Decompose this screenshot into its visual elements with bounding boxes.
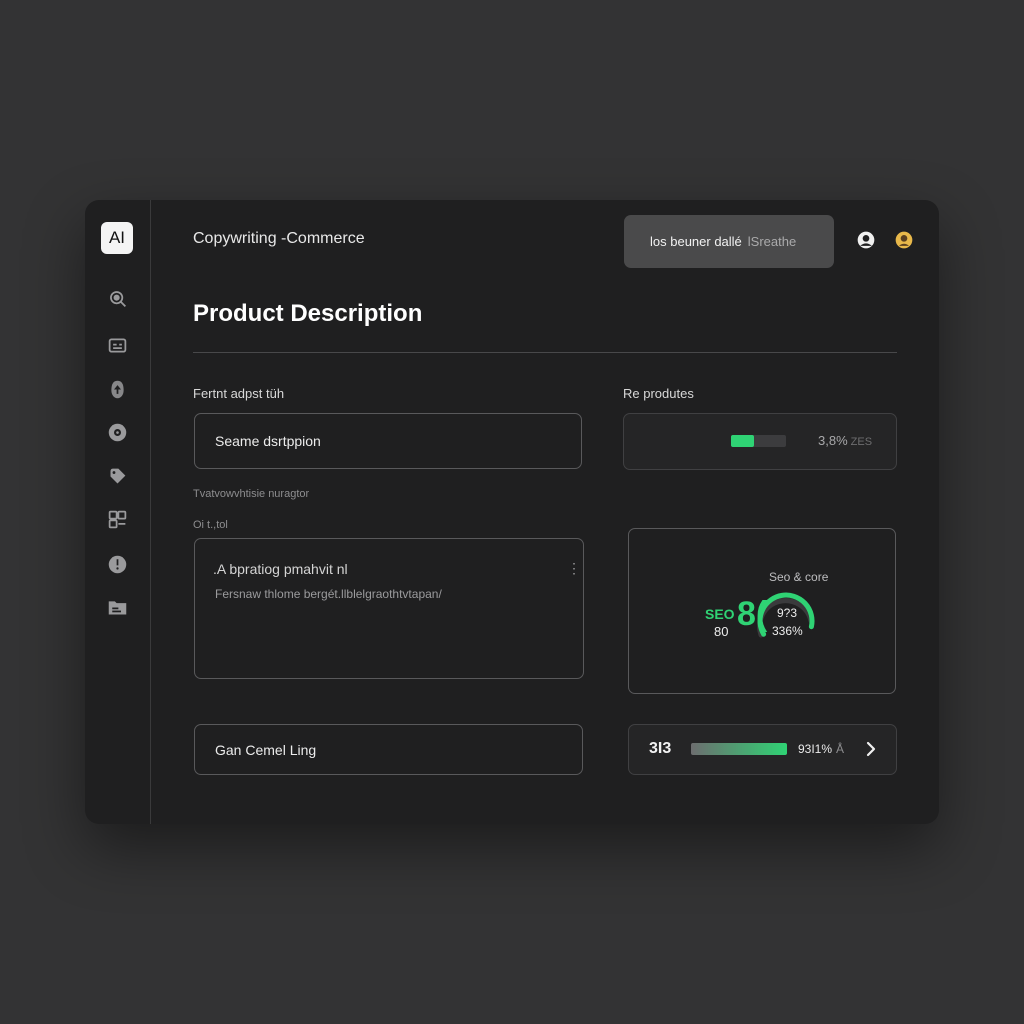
products-percent: 3,8% ZES	[818, 433, 872, 448]
summary-percent: 93I1% Å	[798, 742, 844, 756]
description-input[interactable]: Seame dsrtppion	[194, 413, 582, 469]
search-value: los beuner dallé	[650, 234, 742, 249]
search-icon[interactable]	[107, 288, 128, 309]
divider	[193, 352, 897, 353]
summary-bar[interactable]: 3I3 93I1% Å	[628, 724, 897, 775]
app-logo[interactable]: AI	[101, 222, 133, 254]
output-line-2: Fersnaw thlome bergét.llblelgraothtvtapa…	[215, 587, 442, 601]
more-options-icon[interactable]: ⋮	[567, 561, 581, 575]
tag-icon[interactable]	[107, 466, 128, 487]
helper-label: Tvatvowvhtisie nuragtor	[193, 488, 310, 500]
card-icon[interactable]	[107, 335, 128, 356]
seo-value: 80	[714, 624, 729, 639]
output-textarea[interactable]: .A bpratiog pmahvit nl Fersnaw thlome be…	[194, 538, 584, 679]
search-input[interactable]: los beuner dallé lSreathe	[624, 215, 834, 268]
sidebar: AI	[85, 200, 151, 824]
app-title: Copywriting -Commerce	[193, 230, 365, 247]
products-panel: 3,8% ZES	[623, 413, 897, 470]
output-line-1: .A bpratiog pmahvit nl	[213, 561, 348, 577]
folder-icon[interactable]	[107, 597, 128, 618]
page-title: Product Description	[193, 300, 423, 327]
products-label: Re produtes	[623, 386, 694, 401]
search-placeholder: lSreathe	[747, 234, 797, 249]
generate-button[interactable]: Gan Cemel Ling	[194, 724, 583, 775]
disc-icon[interactable]	[107, 422, 128, 443]
seo-score-title: Seo & core	[769, 570, 829, 584]
description-input-value: Seame dsrtppion	[215, 433, 321, 449]
input-label: Fertnt adpst tüh	[193, 386, 285, 401]
upload-icon[interactable]	[107, 379, 128, 400]
summary-percent-value: 93I1%	[798, 742, 833, 756]
generate-button-label: Gan Cemel Ling	[215, 741, 317, 758]
seo-label: SEO	[705, 606, 735, 622]
chevron-right-icon[interactable]	[863, 740, 879, 758]
products-progress-track	[731, 435, 786, 447]
info-icon[interactable]	[107, 554, 128, 575]
profile-icon[interactable]	[856, 230, 876, 250]
avatar-icon[interactable]	[894, 230, 914, 250]
layout-icon[interactable]	[107, 509, 128, 530]
products-percent-suffix: ZES	[850, 436, 873, 448]
seo-score-panel: Seo & core SEO 80 8( 9?3 336%	[628, 528, 896, 694]
summary-progress	[691, 743, 787, 755]
output-label: Oi t.,tol	[193, 519, 228, 531]
summary-number: 3I3	[649, 740, 672, 757]
products-percent-value: 3,8%	[818, 433, 848, 448]
seo-percent-2: 336%	[772, 624, 803, 638]
seo-percent-1: 9?3	[777, 606, 798, 620]
app-window: AI Copywriting -Commerce los beuner dall…	[85, 200, 939, 824]
products-progress-fill	[731, 435, 754, 447]
summary-percent-suffix: Å	[836, 742, 845, 756]
